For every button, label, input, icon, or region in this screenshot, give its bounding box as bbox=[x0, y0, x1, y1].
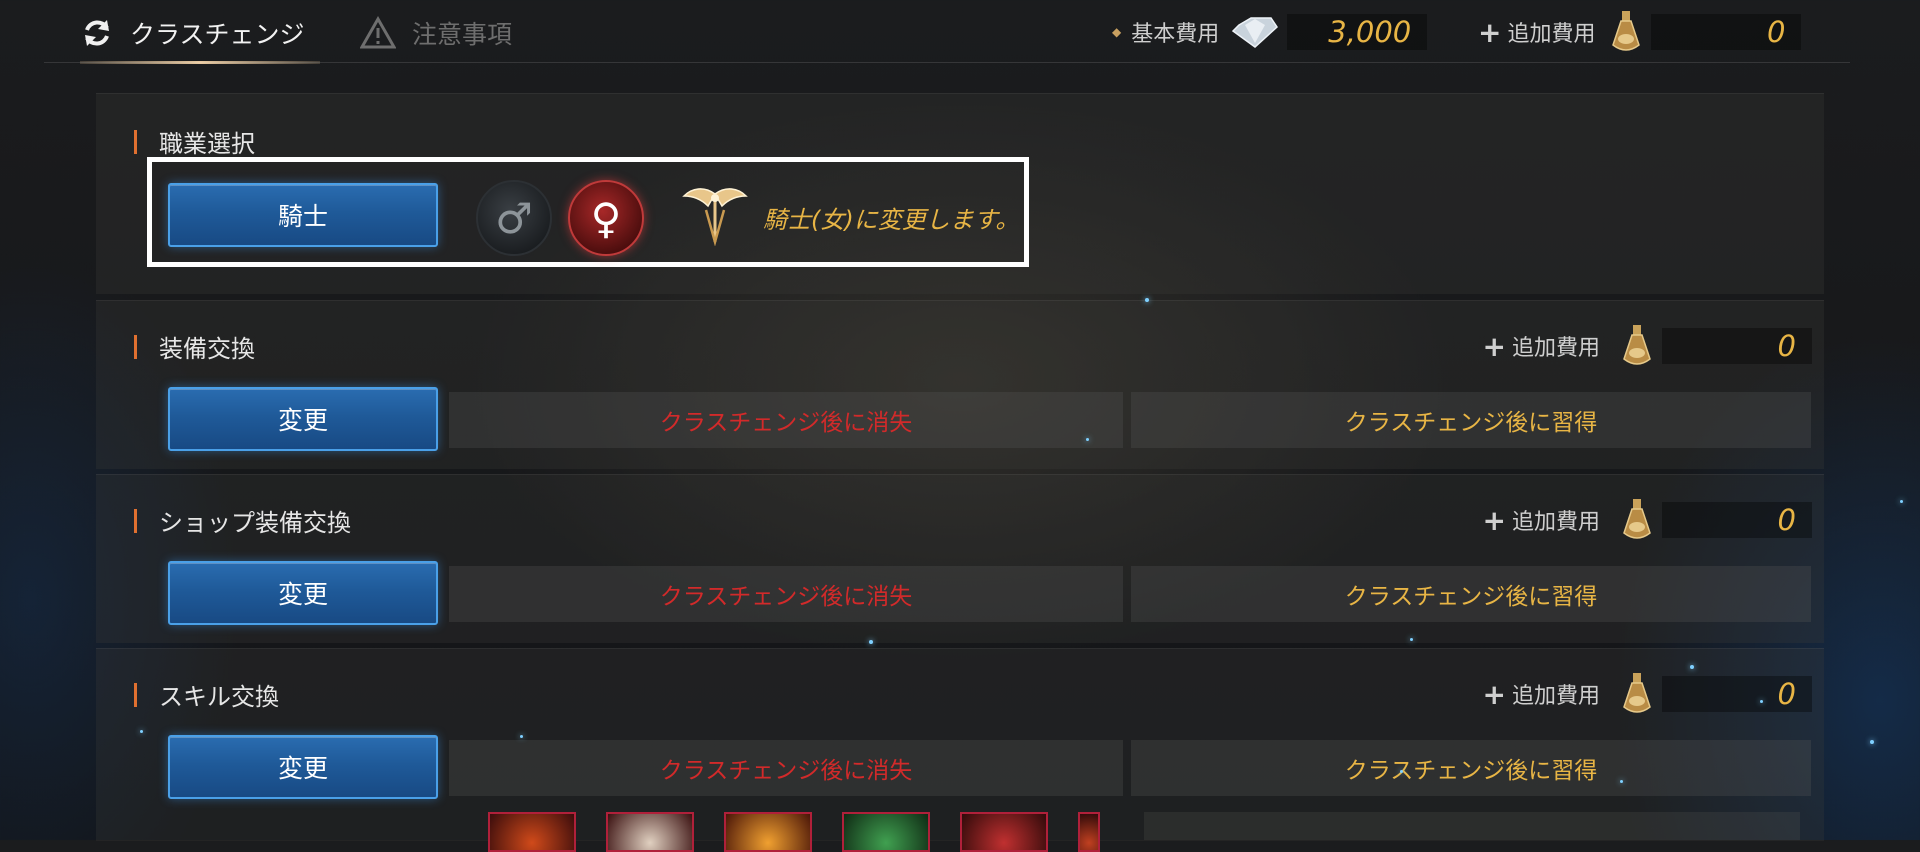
potion-icon bbox=[1623, 499, 1651, 539]
equipment-exchange-title-text: 装備交換 bbox=[159, 335, 255, 363]
equipment-extra-cost: + 追加費用 0 bbox=[1482, 325, 1812, 366]
skill-icon[interactable] bbox=[488, 812, 576, 852]
particle bbox=[1900, 500, 1903, 503]
extra-cost-header: + 追加費用 0 bbox=[1478, 11, 1802, 52]
skill-gain-column: クラスチェンジ後に習得 bbox=[1131, 740, 1811, 796]
tab-notes-label: 注意事項 bbox=[412, 20, 513, 49]
equipment-exchange-title: 装備交換 bbox=[134, 329, 255, 364]
male-gender-button[interactable]: ♂ bbox=[476, 180, 552, 256]
plus-icon: + bbox=[1478, 15, 1502, 49]
shop-equipment-exchange-title: ショップ装備交換 bbox=[134, 503, 351, 538]
shop-equipment-exchange-title-text: ショップ装備交換 bbox=[159, 509, 351, 537]
particle bbox=[1760, 700, 1763, 703]
class-change-message: 騎士(女)に変更します。 bbox=[763, 206, 1020, 234]
section-bar bbox=[134, 508, 137, 533]
skill-extra-cost: + 追加費用 0 bbox=[1482, 673, 1812, 714]
shop-extra-cost-box: 0 bbox=[1662, 502, 1812, 538]
potion-icon bbox=[1623, 325, 1651, 365]
potion-icon bbox=[1612, 11, 1641, 51]
skill-change-button[interactable]: 変更 bbox=[168, 735, 438, 799]
shop-extra-cost: + 追加費用 0 bbox=[1482, 499, 1812, 540]
class-select-title-text: 職業選択 bbox=[159, 130, 255, 158]
shop-equipment-change-button[interactable]: 変更 bbox=[168, 561, 438, 625]
tab-class-change[interactable]: クラスチェンジ bbox=[80, 8, 320, 64]
particle bbox=[1400, 770, 1403, 773]
tab-notes[interactable]: 注意事項 bbox=[360, 8, 512, 58]
top-bar: クラスチェンジ 注意事項 ◆ 基本費用 3,000 + 追加費用 0 bbox=[0, 0, 1920, 64]
base-cost: ◆ 基本費用 3,000 bbox=[1112, 12, 1428, 52]
shop-extra-cost-value: 0 bbox=[1777, 503, 1796, 537]
particle bbox=[1086, 438, 1089, 441]
diamond-icon bbox=[1232, 17, 1279, 48]
particle bbox=[1410, 638, 1413, 641]
skill-icon[interactable] bbox=[724, 812, 812, 852]
header-divider bbox=[44, 62, 1850, 63]
skill-exchange-title: スキル交換 bbox=[134, 677, 279, 712]
shop-equipment-exchange-panel: ショップ装備交換 + 追加費用 0 変更 クラスチェンジ後に消失 クラスチェンジ… bbox=[96, 474, 1824, 643]
class-select-title: 職業選択 bbox=[134, 124, 255, 159]
base-cost-box: 3,000 bbox=[1287, 14, 1428, 50]
section-bar bbox=[134, 334, 137, 359]
tab-class-change-label: クラスチェンジ bbox=[130, 20, 305, 49]
female-gender-button[interactable]: ♀ bbox=[568, 180, 644, 256]
equipment-gain-column: クラスチェンジ後に習得 bbox=[1131, 392, 1811, 448]
potion-icon bbox=[1623, 673, 1651, 713]
equipment-extra-cost-box: 0 bbox=[1662, 328, 1812, 364]
equipment-exchange-panel: 装備交換 + 追加費用 0 変更 クラスチェンジ後に消失 クラスチェンジ後に習得 bbox=[96, 300, 1824, 469]
equipment-change-button[interactable]: 変更 bbox=[168, 387, 438, 451]
class-emblem-icon bbox=[682, 188, 748, 246]
skill-icon[interactable] bbox=[842, 812, 930, 852]
refresh-icon bbox=[85, 20, 109, 46]
plus-icon: + bbox=[1482, 677, 1506, 711]
bullet-icon: ◆ bbox=[1112, 25, 1122, 39]
shop-extra-cost-label: 追加費用 bbox=[1511, 510, 1600, 535]
particle bbox=[1620, 780, 1623, 783]
particle bbox=[1145, 298, 1149, 302]
skill-extra-cost-box: 0 bbox=[1662, 676, 1812, 712]
particle bbox=[520, 735, 523, 738]
particle bbox=[869, 640, 873, 644]
equipment-extra-cost-label: 追加費用 bbox=[1511, 336, 1600, 361]
base-cost-value: 3,000 bbox=[1328, 15, 1412, 49]
shop-lost-column: クラスチェンジ後に消失 bbox=[449, 566, 1123, 622]
base-cost-label: 基本費用 bbox=[1131, 22, 1220, 47]
skill-extra-cost-label: 追加費用 bbox=[1511, 684, 1600, 709]
equipment-extra-cost-value: 0 bbox=[1777, 329, 1796, 363]
warning-icon bbox=[360, 16, 396, 49]
plus-icon: + bbox=[1482, 329, 1506, 363]
gain-skill-slot bbox=[1144, 812, 1800, 840]
skill-exchange-title-text: スキル交換 bbox=[159, 683, 279, 711]
skill-lost-column: クラスチェンジ後に消失 bbox=[449, 740, 1123, 796]
skill-icon[interactable] bbox=[606, 812, 694, 852]
particle bbox=[1690, 665, 1694, 669]
skill-icon[interactable] bbox=[960, 812, 1048, 852]
section-bar bbox=[134, 682, 137, 707]
section-bar bbox=[134, 129, 137, 154]
plus-icon: + bbox=[1482, 503, 1506, 537]
class-knight-button[interactable]: 騎士 bbox=[168, 183, 438, 247]
extra-cost-label: 追加費用 bbox=[1507, 22, 1596, 47]
extra-cost-value: 0 bbox=[1767, 15, 1786, 49]
extra-cost-box: 0 bbox=[1651, 14, 1802, 50]
particle bbox=[1870, 740, 1874, 744]
skill-icon[interactable] bbox=[1078, 812, 1100, 852]
skill-extra-cost-value: 0 bbox=[1777, 677, 1796, 711]
particle bbox=[140, 730, 143, 733]
lost-skill-icons bbox=[488, 812, 1130, 852]
shop-gain-column: クラスチェンジ後に習得 bbox=[1131, 566, 1811, 622]
equipment-lost-column: クラスチェンジ後に消失 bbox=[449, 392, 1123, 448]
